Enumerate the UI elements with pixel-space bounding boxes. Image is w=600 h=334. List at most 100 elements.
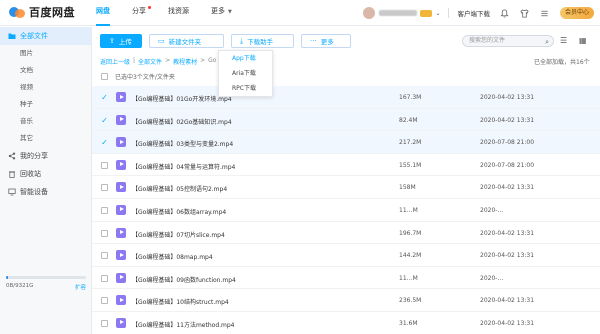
nav-tab-find-resources[interactable]: 找资源 — [168, 0, 189, 26]
file-name[interactable]: 【Go编程基础】04常量与运算符.mp4 — [132, 162, 235, 171]
download-helper-button[interactable]: ⤓ 下载助手 — [231, 34, 294, 48]
storage-usage: 0B/9321G 扩容 — [6, 276, 86, 291]
loaded-count-text: 已全部加载，共16个 — [534, 59, 590, 66]
table-row[interactable]: ✓ 【Go编程基础】01Go开发环境.mp4 167.3M 2020-04-02 13… — [92, 86, 600, 109]
file-size: 236.5M — [399, 297, 422, 305]
download-icon: ⤓ — [240, 36, 244, 45]
sidebar-item-smart-devices[interactable]: 智能设备 — [0, 183, 91, 201]
file-date: 2020-07-08 21:00 — [480, 161, 535, 169]
table-row[interactable]: ✓ 【Go编程基础】03类型与变量2.mp4 217.2M 2020-07-08 21… — [92, 131, 600, 154]
dropdown-item-aria-download[interactable]: Aria下载 — [219, 66, 272, 81]
shirt-skin-icon[interactable] — [520, 8, 530, 18]
sidebar-item-recycle-bin[interactable]: 回收站 — [0, 165, 91, 183]
search-icon[interactable]: ⌕ — [545, 37, 549, 47]
file-name[interactable]: 【Go编程基础】08map.mp4 — [132, 252, 213, 261]
table-row[interactable]: 【Go编程基础】05控制语句2.mp4 158M 2020-04-02 13:31 — [92, 176, 600, 199]
file-name[interactable]: 【Go编程基础】09函数function.mp4 — [132, 275, 236, 284]
breadcrumb-tutorial-materials[interactable]: 教程素材 — [173, 57, 197, 66]
file-date: 2020-04-02 13:31 — [480, 252, 535, 260]
select-all-checkbox[interactable] — [101, 73, 108, 80]
member-center-button[interactable]: 会员中心 — [559, 7, 594, 19]
breadcrumb-back[interactable]: 返回上一级 — [100, 57, 130, 66]
upload-button[interactable]: ⇪ 上传 — [100, 34, 142, 48]
grid-view-icon[interactable]: ▦ — [579, 36, 587, 45]
row-checkbox[interactable] — [101, 297, 108, 305]
sidebar-item-videos[interactable]: 视频 — [0, 79, 91, 96]
row-checkbox[interactable] — [101, 206, 108, 214]
search-placeholder: 搜索您的文件 — [469, 37, 506, 44]
file-size: 196.7M — [399, 229, 422, 237]
video-file-icon — [116, 227, 126, 238]
sort-icon[interactable]: ☰ — [560, 36, 567, 45]
row-checkbox[interactable] — [101, 161, 108, 169]
avatar[interactable] — [363, 7, 376, 19]
dropdown-item-rpc-download[interactable]: RPC下载 — [219, 81, 272, 96]
table-row[interactable]: 【Go编程基础】06数组array.mp4 11…M 2020-… — [92, 199, 600, 222]
file-name[interactable]: 【Go编程基础】02Go基础知识.mp4 — [132, 117, 232, 126]
settings-menu-icon[interactable] — [540, 8, 550, 18]
more-dots-icon: ··· — [310, 37, 317, 45]
table-row[interactable]: 【Go编程基础】08map.mp4 144.2M 2020-04-02 13:31 — [92, 244, 600, 267]
row-checkbox[interactable]: ✓ — [101, 94, 108, 102]
sidebar-item-torrents[interactable]: 种子 — [0, 96, 91, 113]
row-checkbox[interactable]: ✓ — [101, 116, 108, 124]
top-bar: 百度网盘 网盘 分享 找资源 更多 ▼ ⌄ 客户端下载 会员中心 — [0, 0, 600, 26]
toolbar: ⇪ 上传 ▭ 新建文件夹 ⤓ 下载助手 ··· 更多 — [100, 34, 358, 48]
file-size: 82.4M — [399, 116, 418, 124]
file-name[interactable]: 【Go编程基础】01Go开发环境.mp4 — [132, 94, 232, 103]
table-row[interactable]: ✓ 【Go编程基础】02Go基础知识.mp4 82.4M 2020-04-02 13:… — [92, 108, 600, 132]
file-size: 11…M — [399, 274, 418, 282]
sidebar-item-music[interactable]: 音乐 — [0, 113, 91, 130]
sidebar-item-all-files[interactable]: 全部文件 — [0, 27, 91, 45]
row-checkbox[interactable] — [101, 184, 108, 192]
breadcrumb-all-files[interactable]: 全部文件 — [138, 57, 162, 66]
video-file-icon — [116, 317, 126, 328]
file-date: 2020-… — [480, 274, 504, 282]
username-blurred[interactable] — [379, 10, 418, 16]
nav-tab-share[interactable]: 分享 — [132, 0, 151, 26]
row-checkbox[interactable] — [101, 252, 108, 260]
dropdown-item-app-download[interactable]: App下载 — [219, 51, 272, 66]
nav-tab-more[interactable]: 更多 ▼ — [211, 0, 232, 26]
file-name[interactable]: 【Go编程基础】07切片slice.mp4 — [132, 230, 225, 239]
row-checkbox[interactable] — [101, 229, 108, 237]
video-file-icon — [116, 204, 126, 215]
file-name[interactable]: 【Go编程基础】11方法method.mp4 — [132, 320, 235, 329]
table-row[interactable]: 【Go编程基础】09函数function.mp4 11…M 2020-… — [92, 267, 600, 290]
row-checkbox[interactable] — [101, 274, 108, 282]
file-name[interactable]: 【Go编程基础】03类型与变量2.mp4 — [132, 139, 233, 148]
client-download-link[interactable]: 客户端下载 — [457, 8, 490, 18]
table-row[interactable]: 【Go编程基础】04常量与运算符.mp4 155.1M 2020-07-08 21:… — [92, 154, 600, 177]
table-row[interactable]: 【Go编程基础】11方法method.mp4 31.6M 2020-04-02 13… — [92, 312, 600, 334]
file-date: 2020-04-02 13:31 — [480, 184, 535, 192]
more-actions-button[interactable]: ··· 更多 — [301, 34, 351, 48]
user-menu-chevron-icon[interactable]: ⌄ — [435, 10, 440, 17]
file-name[interactable]: 【Go编程基础】05控制语句2.mp4 — [132, 184, 227, 193]
video-file-icon — [116, 159, 126, 170]
file-date: 2020-04-02 13:31 — [480, 229, 535, 237]
storage-progress-fill — [6, 276, 8, 279]
bell-icon[interactable] — [500, 8, 510, 18]
video-file-icon — [116, 137, 126, 148]
logo[interactable]: 百度网盘 — [8, 4, 75, 20]
new-folder-button[interactable]: ▭ 新建文件夹 — [149, 34, 224, 48]
storage-used-text: 0B/9321G — [6, 283, 34, 289]
table-row[interactable]: 【Go编程基础】10结构struct.mp4 236.5M 2020-04-02 1… — [92, 289, 600, 312]
storage-progress-bar — [6, 276, 86, 279]
upgrade-storage-link[interactable]: 扩容 — [75, 283, 86, 291]
trash-icon — [8, 170, 16, 178]
nav-tab-netdisk[interactable]: 网盘 — [96, 0, 110, 26]
search-input[interactable]: 搜索您的文件 ⌕ — [462, 35, 554, 47]
sidebar-item-my-shares[interactable]: 我的分享 — [0, 147, 91, 165]
sidebar-item-documents[interactable]: 文档 — [0, 62, 91, 79]
table-row[interactable]: 【Go编程基础】07切片slice.mp4 196.7M 2020-04-02 13… — [92, 222, 600, 245]
row-checkbox[interactable] — [101, 319, 108, 327]
baidu-cloud-logo-icon — [8, 5, 26, 19]
device-icon — [8, 188, 16, 196]
file-name[interactable]: 【Go编程基础】10结构struct.mp4 — [132, 297, 229, 306]
sidebar-item-images[interactable]: 图片 — [0, 45, 91, 62]
file-name[interactable]: 【Go编程基础】06数组array.mp4 — [132, 207, 226, 216]
breadcrumb: 返回上一级 | 全部文件 > 教程素材 > Go — [100, 57, 217, 66]
sidebar-item-other[interactable]: 其它 — [0, 130, 91, 147]
row-checkbox[interactable]: ✓ — [101, 139, 108, 147]
